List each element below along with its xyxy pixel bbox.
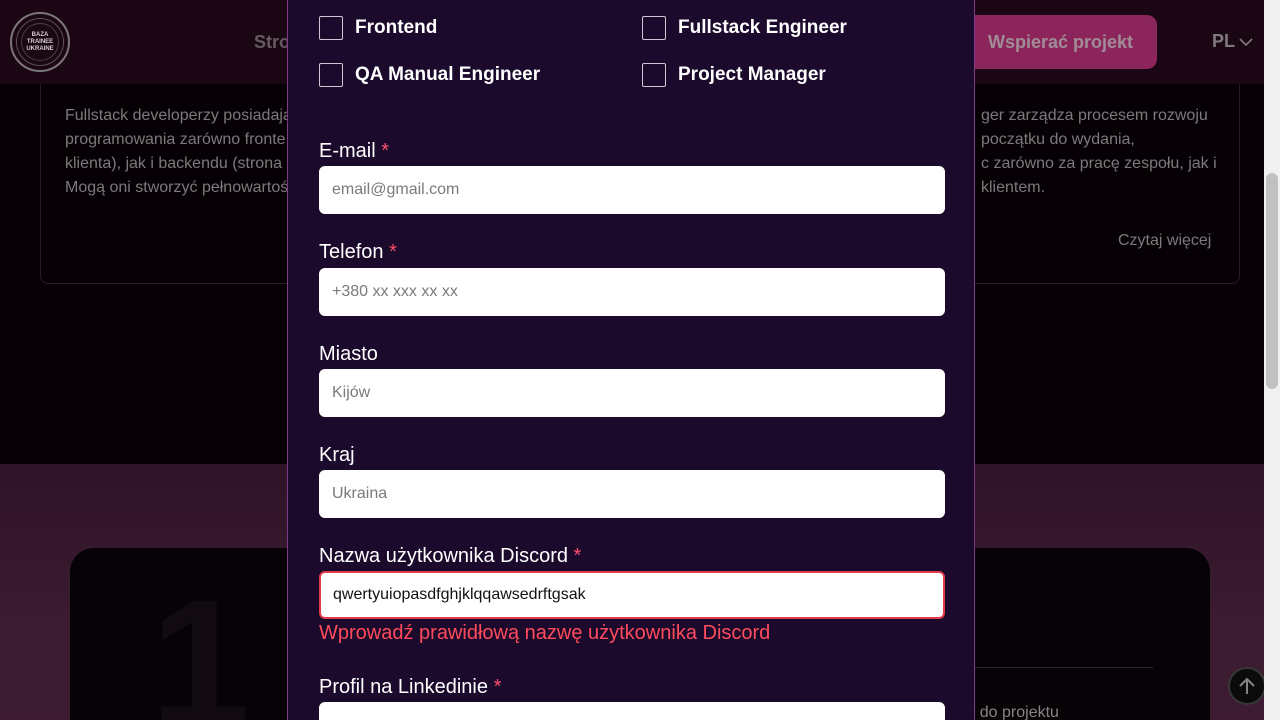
email-input[interactable] — [332, 181, 932, 199]
application-form-modal: Frontend Fullstack Engineer QA Manual En… — [287, 0, 975, 720]
required-marker: * — [381, 140, 390, 162]
page-scrollbar[interactable] — [1264, 0, 1280, 720]
linkedin-field[interactable] — [319, 702, 945, 720]
phone-field[interactable] — [319, 268, 945, 316]
discord-field[interactable] — [319, 571, 945, 619]
role-label: Project Manager — [678, 64, 826, 85]
role-option-qa[interactable]: QA Manual Engineer — [319, 63, 540, 87]
role-checkbox[interactable] — [642, 16, 666, 40]
country-label-text: Kraj — [319, 444, 355, 466]
scrollbar-thumb[interactable] — [1266, 173, 1278, 389]
email-field[interactable] — [319, 166, 945, 214]
city-label: Miasto — [319, 343, 378, 366]
role-label: Fullstack Engineer — [678, 17, 847, 38]
role-option-pm[interactable]: Project Manager — [642, 63, 826, 87]
phone-input[interactable] — [332, 283, 932, 301]
discord-error-message: Wprowadź prawidłową nazwę użytkownika Di… — [319, 622, 771, 644]
linkedin-label: Profil na Linkedinie * — [319, 676, 501, 699]
required-marker: * — [573, 545, 582, 567]
discord-label-text: Nazwa użytkownika Discord — [319, 545, 568, 567]
email-label: E-mail * — [319, 140, 389, 163]
city-label-text: Miasto — [319, 343, 378, 365]
role-checkbox[interactable] — [642, 63, 666, 87]
phone-label-text: Telefon — [319, 241, 384, 263]
required-marker: * — [389, 241, 397, 263]
role-checkbox[interactable] — [319, 16, 343, 40]
city-input[interactable] — [332, 384, 932, 402]
phone-label: Telefon * — [319, 241, 397, 264]
role-label: Frontend — [355, 17, 438, 38]
required-marker: * — [493, 676, 502, 698]
role-option-fullstack[interactable]: Fullstack Engineer — [642, 16, 847, 40]
country-label: Kraj — [319, 444, 355, 467]
role-option-frontend[interactable]: Frontend — [319, 16, 437, 40]
country-input[interactable] — [332, 485, 932, 503]
discord-label: Nazwa użytkownika Discord * — [319, 545, 581, 568]
email-label-text: E-mail — [319, 140, 376, 162]
city-field[interactable] — [319, 369, 945, 417]
country-field[interactable] — [319, 470, 945, 518]
role-checkbox[interactable] — [319, 63, 343, 87]
linkedin-label-text: Profil na Linkedinie — [319, 676, 488, 698]
logo-text: BAZA TRAINEE UKRAINE — [26, 31, 54, 52]
discord-input[interactable] — [333, 586, 931, 604]
role-label: QA Manual Engineer — [355, 64, 541, 85]
